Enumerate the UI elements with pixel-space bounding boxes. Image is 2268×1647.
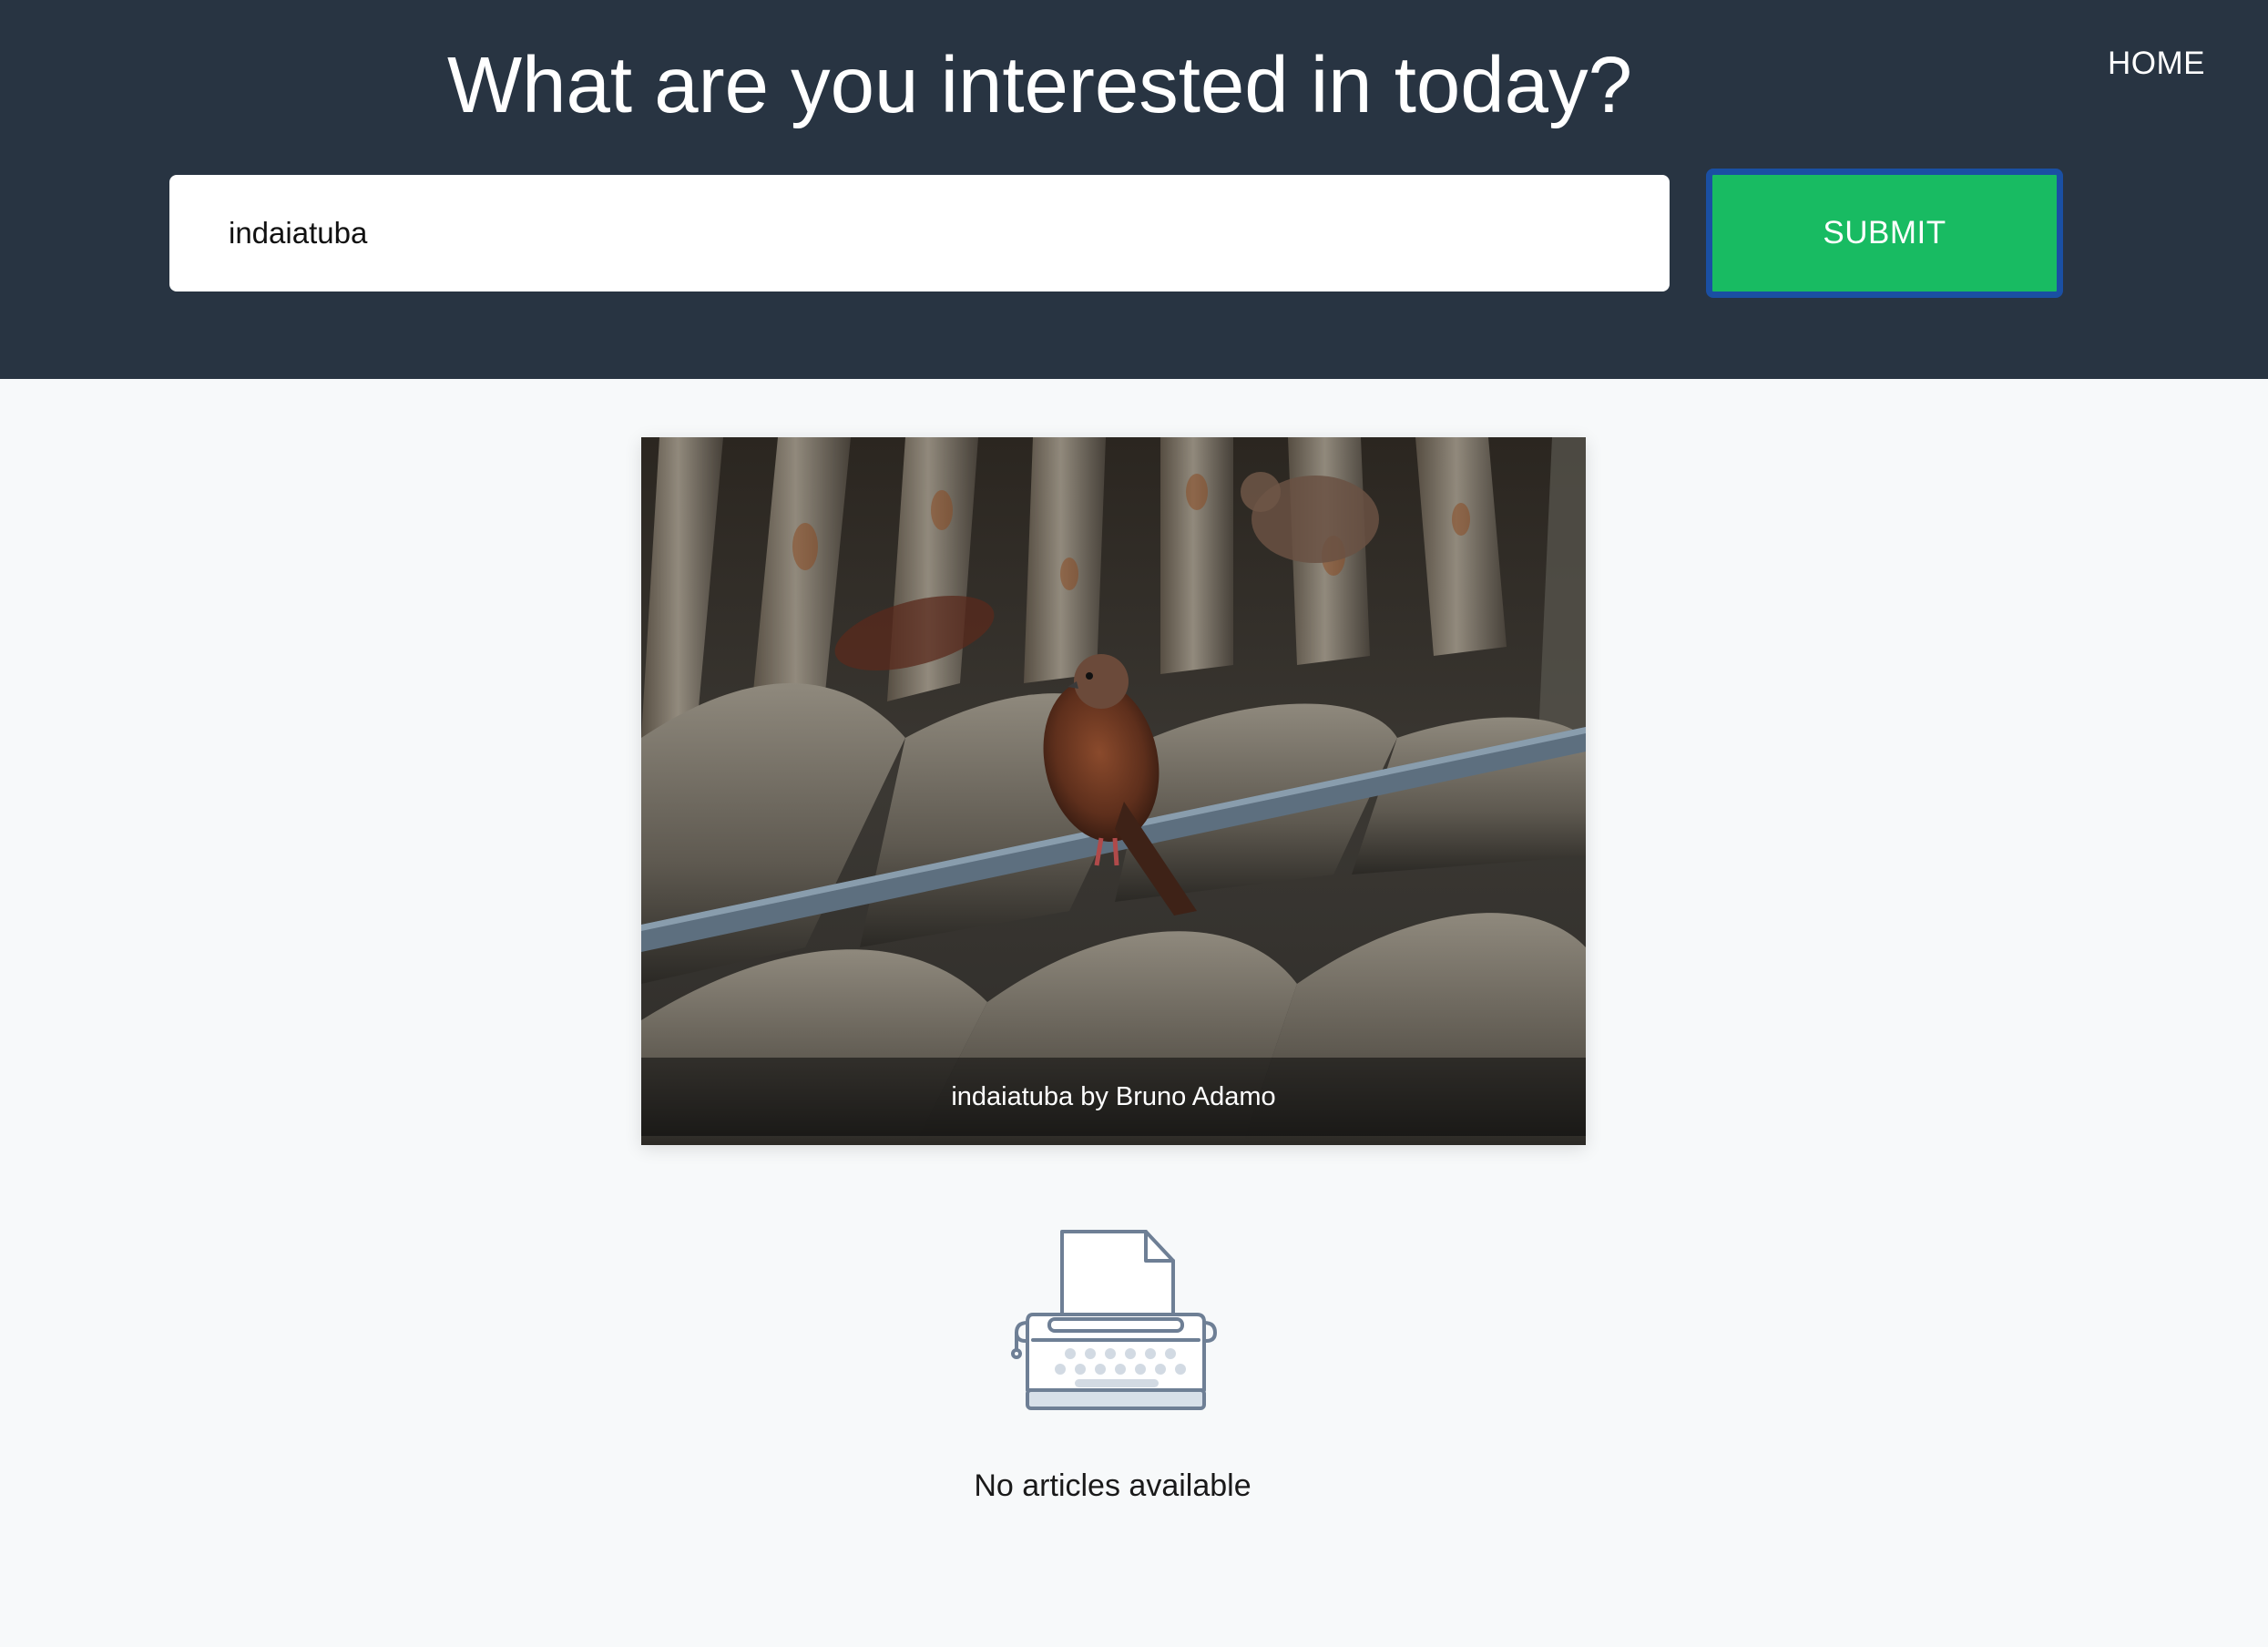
home-link[interactable]: HOME bbox=[2108, 46, 2205, 82]
photo-caption: indaiatuba by Bruno Adamo bbox=[641, 1058, 1586, 1136]
typewriter-icon bbox=[1011, 1230, 1217, 1410]
top-header: HOME What are you interested in today? S… bbox=[0, 0, 2268, 379]
empty-articles-message: No articles available bbox=[974, 1468, 1251, 1503]
featured-photo: indaiatuba by Bruno Adamo bbox=[641, 437, 1586, 1145]
bird-photo bbox=[641, 437, 1586, 1145]
submit-button[interactable]: SUBMIT bbox=[1706, 169, 2063, 298]
page-headline: What are you interested in today? bbox=[447, 41, 1632, 129]
search-input[interactable] bbox=[169, 175, 1670, 292]
